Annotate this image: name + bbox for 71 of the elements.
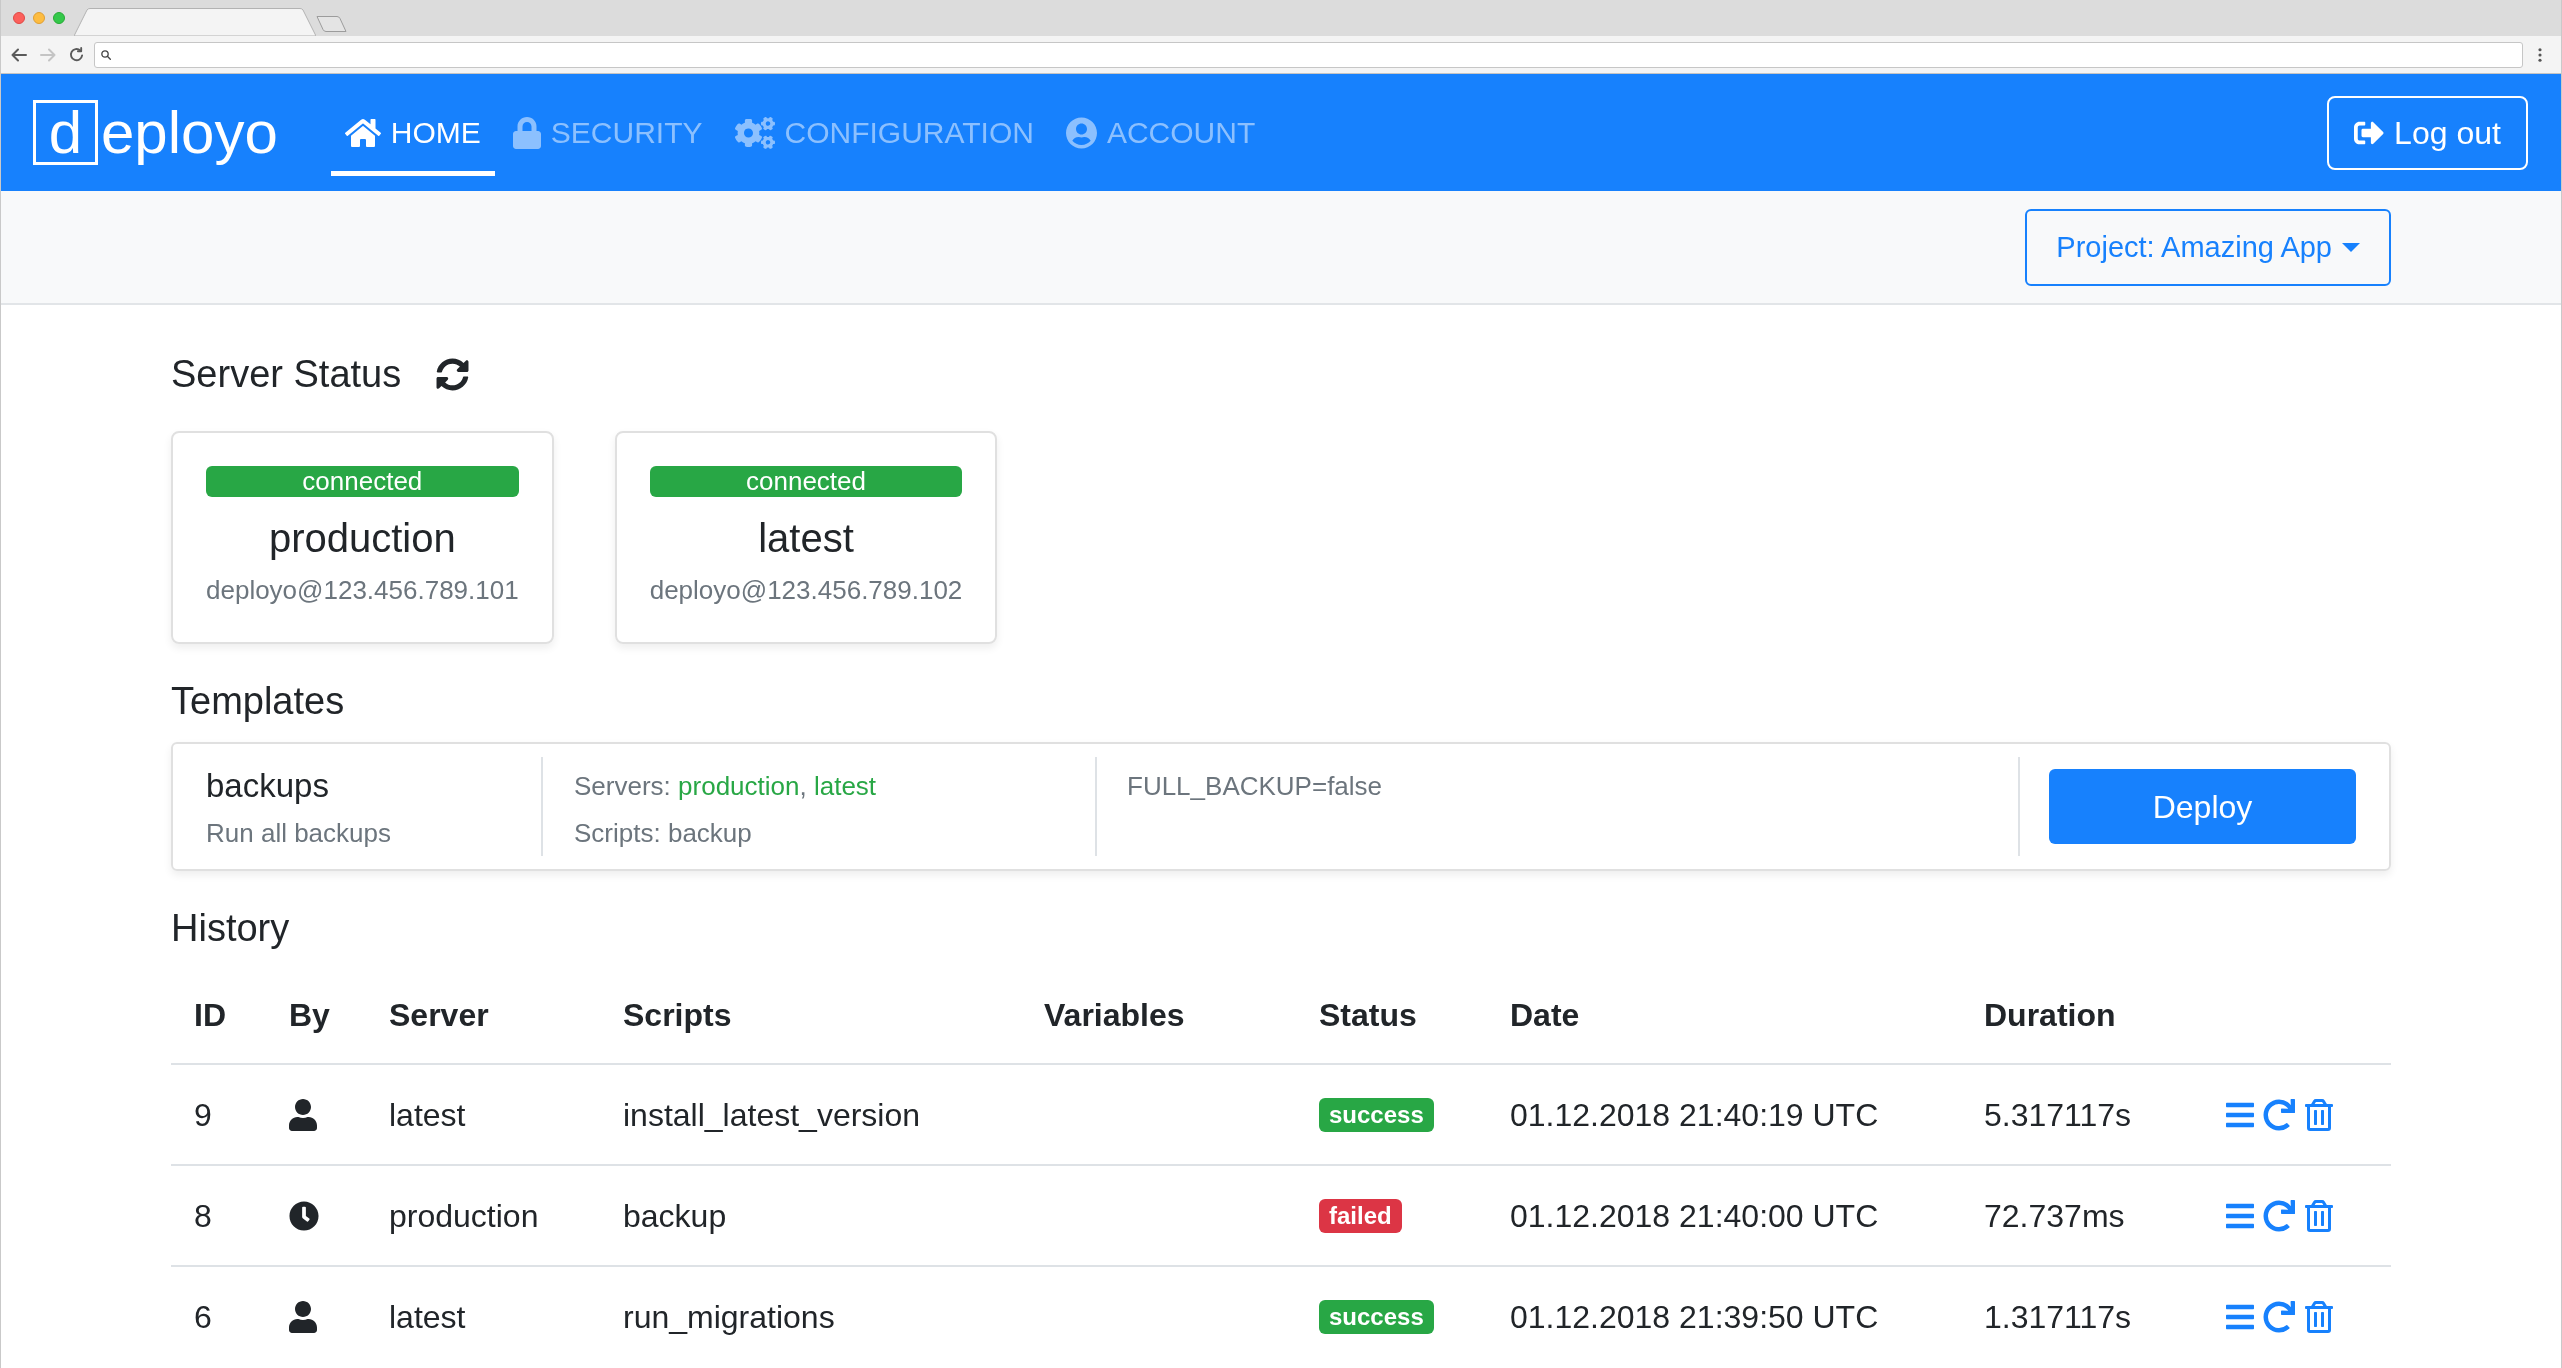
reload-icon[interactable]	[69, 47, 84, 62]
window-close-icon[interactable]	[13, 12, 25, 24]
window-zoom-icon[interactable]	[53, 12, 65, 24]
server-name: production	[389, 1197, 539, 1234]
template-description: Run all backups	[206, 817, 391, 850]
run-id: 9	[194, 1096, 212, 1133]
column-header: Variables	[1044, 997, 1185, 1033]
run-duration: 1.317117s	[1984, 1298, 2132, 1335]
server-address: deployo@123.456.789.101	[206, 574, 519, 607]
status-badge: success	[1319, 1299, 1434, 1334]
status-badge: connected	[206, 466, 519, 497]
caret-icon	[2342, 242, 2360, 252]
column-header: Duration	[1984, 997, 2116, 1033]
address-field[interactable]	[94, 41, 2523, 68]
trash-icon[interactable]	[2305, 1300, 2333, 1333]
back-arrow-icon[interactable]	[11, 47, 27, 62]
trash-icon[interactable]	[2305, 1098, 2333, 1131]
new-tab-icon[interactable]	[316, 15, 347, 33]
server-address: deployo@123.456.789.102	[649, 574, 963, 607]
column-header: Scripts	[623, 997, 732, 1033]
refresh-icon[interactable]	[436, 357, 470, 391]
column-header: Status	[1319, 997, 1417, 1033]
server-name: latest	[389, 1298, 466, 1335]
clock-icon	[289, 1200, 319, 1231]
run-id: 8	[194, 1197, 212, 1234]
column-header: By	[289, 997, 330, 1033]
template-name: backups	[206, 766, 329, 806]
servers-line: Servers: production, latest	[574, 770, 877, 803]
search-icon	[101, 49, 111, 60]
redo-icon[interactable]	[2263, 1098, 2295, 1131]
run-date: 01.12.2018 21:39:50 UTC	[1510, 1298, 1879, 1335]
server-name: latest	[757, 515, 855, 562]
run-date: 01.12.2018 21:40:19 UTC	[1510, 1096, 1879, 1133]
deploy-button[interactable]: Deploy	[2049, 769, 2356, 844]
logout-button[interactable]: Log out	[2327, 95, 2528, 170]
section-title: Templates	[171, 679, 345, 724]
section-title: Server Status	[171, 352, 402, 397]
status-badge: failed	[1319, 1198, 1402, 1233]
nav-tab[interactable]: SECURITY	[498, 89, 717, 176]
project-dropdown[interactable]: Project: Amazing App	[2025, 208, 2391, 286]
nav-tab[interactable]: CONFIGURATION	[720, 89, 1048, 176]
script-name: install_latest_version	[623, 1096, 921, 1133]
run-duration: 5.317117s	[1984, 1096, 2132, 1133]
scripts-line: Scripts: backup	[574, 817, 752, 850]
user-icon	[289, 1300, 317, 1333]
server-name: latest	[389, 1096, 466, 1133]
browser-tab[interactable]	[74, 8, 316, 36]
nav-tab[interactable]: ACCOUNT	[1051, 89, 1270, 176]
status-badge: success	[1319, 1097, 1434, 1132]
section-title: History	[171, 906, 290, 951]
redo-icon[interactable]	[2263, 1199, 2295, 1232]
lock-icon	[512, 116, 541, 149]
column-header: Server	[389, 997, 489, 1033]
run-duration: 72.737ms	[1984, 1197, 2125, 1234]
template-variables: FULL_BACKUP=false	[1127, 770, 1383, 803]
user-icon	[289, 1098, 317, 1131]
logo[interactable]: d eployo	[33, 99, 278, 166]
gears-icon	[734, 116, 775, 149]
status-badge: connected	[649, 466, 963, 497]
more-icon[interactable]	[2538, 47, 2542, 62]
script-name: run_migrations	[623, 1298, 835, 1335]
run-id: 6	[194, 1298, 212, 1335]
trash-icon[interactable]	[2305, 1199, 2333, 1232]
home-icon	[344, 116, 381, 149]
run-date: 01.12.2018 21:40:00 UTC	[1510, 1197, 1879, 1234]
column-header: ID	[194, 997, 226, 1033]
redo-icon[interactable]	[2263, 1300, 2295, 1333]
column-header: Date	[1510, 997, 1580, 1033]
server-name: production	[267, 515, 457, 562]
script-name: backup	[623, 1197, 727, 1234]
nav-tab[interactable]: HOME	[330, 89, 495, 176]
